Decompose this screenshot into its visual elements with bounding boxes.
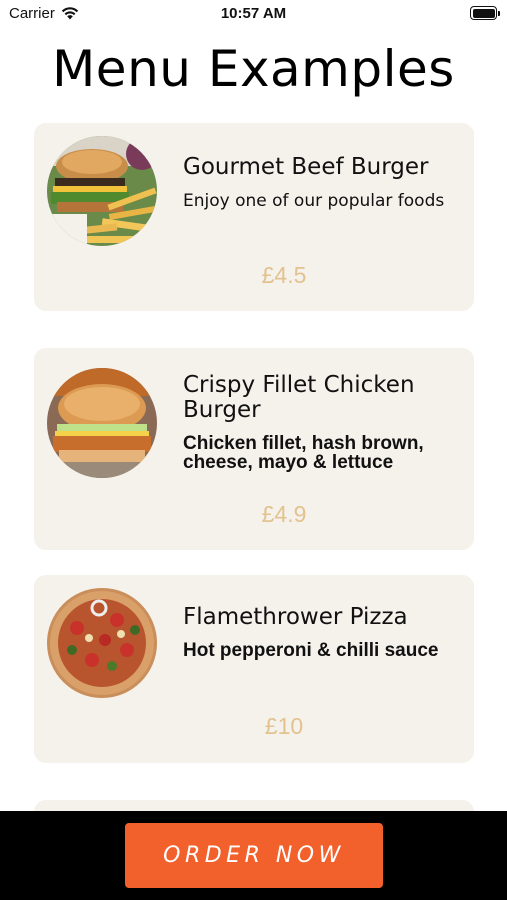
menu-item-description: Chicken fillet, hash brown, cheese, mayo…: [183, 433, 424, 473]
status-time: 10:57 AM: [220, 5, 287, 22]
order-now-button[interactable]: ORDER NOW: [125, 823, 383, 888]
pizza-photo: [47, 588, 157, 698]
menu-item-name: Flamethrower Pizza: [183, 604, 408, 630]
battery-icon: [470, 6, 500, 20]
menu-item-card[interactable]: Flamethrower Pizza Hot pepperoni & chill…: [34, 575, 474, 763]
menu-item-name: Crispy Fillet Chicken Burger: [183, 372, 415, 423]
menu-item-description: Hot pepperoni & chilli sauce: [183, 640, 439, 661]
menu-item-name: Gourmet Beef Burger: [183, 154, 429, 180]
bottom-bar: ORDER NOW: [0, 811, 507, 900]
menu-item-card[interactable]: Crispy Fillet Chicken Burger Chicken fil…: [34, 348, 474, 550]
beef-burger-photo: [47, 136, 157, 246]
menu-item-price: £4.5: [261, 262, 307, 288]
menu-item-description: Enjoy one of our popular foods: [183, 191, 445, 211]
page-title: Menu Examples: [52, 40, 455, 98]
status-bar: Carrier 10:57 AM: [0, 0, 507, 28]
menu-item-card[interactable]: Gourmet Beef Burger Enjoy one of our pop…: [34, 123, 474, 311]
menu-item-price: £10: [264, 713, 304, 739]
menu-item-price: £4.9: [261, 501, 307, 527]
chicken-burger-photo: [47, 368, 157, 478]
